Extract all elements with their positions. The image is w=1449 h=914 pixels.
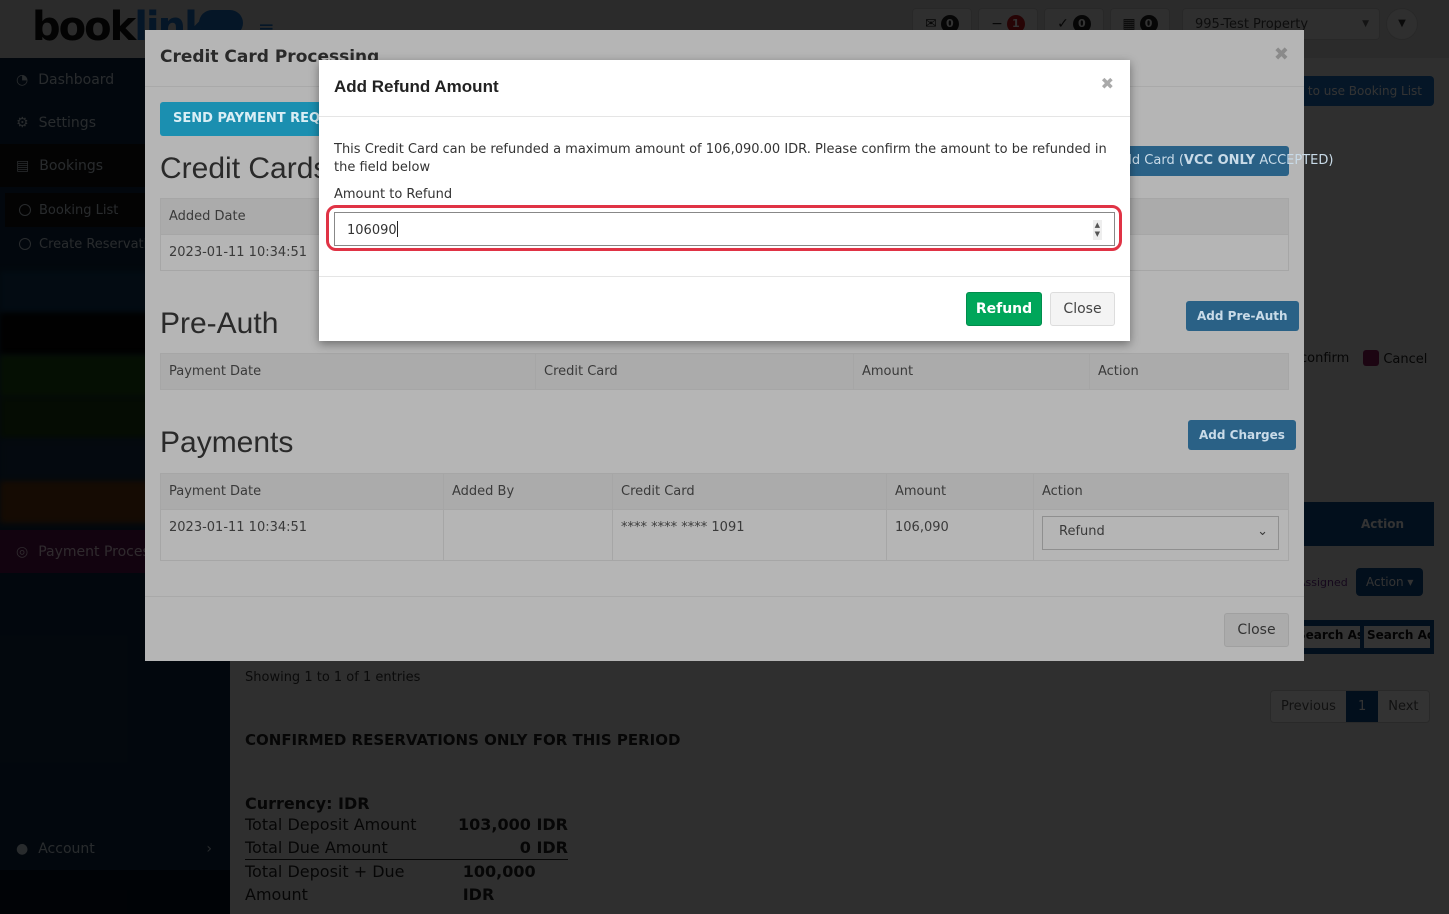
send-payment-request-button[interactable]: SEND PAYMENT REQUEST <box>160 102 340 136</box>
close-icon[interactable]: ✖ <box>1274 44 1289 65</box>
text-cursor <box>396 221 398 237</box>
amount-to-refund-input[interactable]: 106090 ▲ ▼ <box>334 212 1115 246</box>
add-refund-amount-modal: Add Refund Amount ✖ This Credit Card can… <box>319 60 1130 341</box>
modal-title: Add Refund Amount <box>334 77 499 96</box>
payments-title: Payments <box>160 426 294 459</box>
table-header-row: Payment Date Added By Credit Card Amount… <box>160 473 1289 510</box>
cell-credit-card: **** **** **** 1091 <box>612 509 887 561</box>
close-button[interactable]: Close <box>1050 292 1115 326</box>
column-credit-card: Credit Card <box>612 473 887 510</box>
column-credit-card: Credit Card <box>535 353 854 390</box>
column-action: Action <box>1089 353 1289 390</box>
modal-header: Add Refund Amount ✖ <box>319 60 1130 117</box>
amount-to-refund-label: Amount to Refund <box>334 187 453 202</box>
table-row: 2023-01-11 10:34:51 **** **** **** 1091 … <box>160 509 1289 561</box>
chevron-down-icon: ⌄ <box>1257 524 1268 539</box>
cell-payment-date: 2023-01-11 10:34:51 <box>160 509 444 561</box>
cell-amount: 106,090 <box>886 509 1034 561</box>
add-card-vcc-button[interactable]: Add Card (VCC ONLY ACCEPTED) <box>1105 146 1333 176</box>
cell-added-by <box>443 509 613 561</box>
column-amount: Amount <box>853 353 1090 390</box>
add-pre-auth-button[interactable]: Add Pre-Auth <box>1186 301 1299 331</box>
modal-body: This Credit Card can be refunded a maxim… <box>326 141 1122 251</box>
close-button[interactable]: Close <box>1224 613 1289 647</box>
modal-footer: Close <box>145 596 1304 661</box>
refund-button[interactable]: Refund <box>966 292 1042 326</box>
column-amount: Amount <box>886 473 1034 510</box>
column-added-by: Added By <box>443 473 613 510</box>
add-charges-button[interactable]: Add Charges <box>1188 420 1296 450</box>
close-icon[interactable]: ✖ <box>1101 74 1114 93</box>
refund-message: This Credit Card can be refunded a maxim… <box>334 142 1107 175</box>
column-action: Action <box>1033 473 1289 510</box>
column-payment-date: Payment Date <box>160 473 444 510</box>
number-spinner[interactable]: ▲ ▼ <box>1092 220 1102 240</box>
modal-footer: Refund Close <box>319 276 1130 341</box>
payment-action-select[interactable]: Refund ⌄ <box>1042 516 1279 550</box>
credit-cards-title: Credit Cards <box>160 152 329 185</box>
pre-auth-title: Pre-Auth <box>160 307 279 340</box>
column-payment-date: Payment Date <box>160 353 536 390</box>
table-header-row: Payment Date Credit Card Amount Action <box>160 353 1289 390</box>
pre-auth-table: Payment Date Credit Card Amount Action <box>160 353 1289 390</box>
payments-table: Payment Date Added By Credit Card Amount… <box>160 473 1289 561</box>
